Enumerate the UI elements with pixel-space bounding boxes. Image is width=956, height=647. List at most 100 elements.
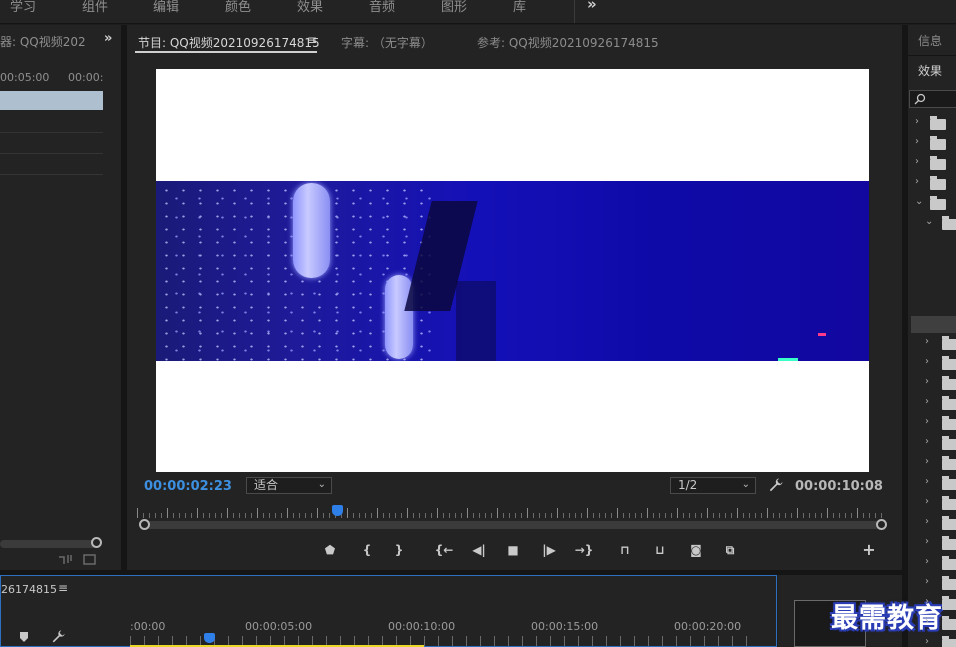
chevron-right-icon[interactable]: › [925,496,929,507]
effects-folder-row[interactable]: › [911,494,956,514]
chevron-right-icon[interactable]: › [915,156,919,167]
zoom-handle-right[interactable] [876,519,887,530]
effects-folder-row[interactable]: › [911,594,956,614]
effects-folder-row[interactable]: › [911,534,956,554]
comparison-view-button[interactable]: ⧉ [721,541,739,559]
wrench-icon[interactable] [51,629,66,644]
go-to-in-button[interactable]: {← [432,541,456,559]
effects-folder-row[interactable]: › [911,174,956,194]
mark-out-button[interactable]: } [390,541,408,559]
program-zoom-scrollbar[interactable] [145,521,881,529]
effects-folder-row[interactable]: › [911,474,956,494]
chevron-right-icon[interactable]: › [915,176,919,187]
zoom-handle-left[interactable] [139,519,150,530]
effects-folder-row[interactable]: › [911,354,956,374]
chevron-right-icon[interactable]: › [925,516,929,527]
tab-effects[interactable]: 效果 [918,62,942,79]
button-editor-add-icon[interactable]: + [860,541,878,559]
effects-tree-selected-row[interactable] [911,316,956,333]
tab-captions[interactable]: 字幕: （无字幕） [341,34,433,51]
chevron-right-icon[interactable]: › [925,336,929,347]
effects-folder-row[interactable]: › [911,134,956,154]
chevron-down-icon[interactable]: ⌄ [915,196,923,207]
folder-icon [942,576,956,590]
program-playhead[interactable] [332,505,343,516]
effects-folder-row[interactable]: › [911,154,956,174]
lift-button[interactable]: ⊓ [616,541,634,559]
chevron-right-icon[interactable]: › [925,636,929,647]
chevron-right-icon[interactable]: › [925,416,929,427]
chevron-right-icon[interactable]: › [925,616,929,627]
workspace-tab-color[interactable]: 颜色 [225,0,251,15]
panel-overflow-icon[interactable]: » [104,31,112,46]
mark-in-button[interactable]: { [358,541,376,559]
step-back-button[interactable]: ◀| [468,541,490,559]
chevron-right-icon[interactable]: › [915,116,919,127]
panel-menu-icon[interactable]: ≡ [58,581,68,595]
sequence-tab-title[interactable]: 26174815 [1,583,57,596]
chevron-right-icon[interactable]: › [915,136,919,147]
workspace-tab-learning[interactable]: 学习 [10,0,36,15]
workspace-tab-audio[interactable]: 音频 [369,0,395,15]
audio-video-icons[interactable] [57,551,97,567]
source-clip-bar[interactable] [0,91,103,110]
panel-menu-icon[interactable]: ≡ [307,33,317,47]
active-tab-indicator [135,51,317,53]
workspace-bar: 学习 组件 编辑 颜色 效果 音频 图形 库 » [0,0,956,24]
chevron-right-icon[interactable]: › [925,596,929,607]
effects-folder-row[interactable]: › [911,574,956,594]
chevron-right-icon[interactable]: › [925,396,929,407]
source-monitor-title[interactable]: 器: QQ视频202 [0,33,86,50]
effects-folder-row[interactable]: › [911,114,956,134]
effects-search-input[interactable] [909,90,956,108]
chevron-right-icon[interactable]: › [925,436,929,447]
stop-button[interactable]: ■ [504,541,522,559]
chevron-right-icon[interactable]: › [925,456,929,467]
chevron-right-icon[interactable]: › [925,556,929,567]
go-to-out-button[interactable]: →} [572,541,596,559]
glowing-light [293,183,330,278]
chevron-right-icon[interactable]: › [925,356,929,367]
zoom-level-select[interactable]: 适合 ⌄ [246,477,332,494]
effects-folder-row[interactable]: › [911,554,956,574]
add-marker-icon[interactable] [18,630,32,644]
effects-folder-row[interactable]: ⌄ [911,194,956,214]
timeline-playhead[interactable] [204,633,215,643]
source-zoom-scrollbar[interactable] [0,540,97,548]
workspace-tab-effects[interactable]: 效果 [297,0,323,15]
tab-program-monitor[interactable]: 节目: QQ视频20210926174815 [138,34,320,51]
wrench-icon[interactable] [768,477,784,493]
effects-folder-row[interactable]: › [911,394,956,414]
effects-folder-row[interactable]: › [911,334,956,354]
workspace-tab-graphics[interactable]: 图形 [441,0,467,15]
workspace-tab-assembly[interactable]: 组件 [82,0,108,15]
playback-resolution-select[interactable]: 1/2 ⌄ [670,477,756,494]
effects-folder-row[interactable]: › [911,634,956,647]
scrollbar-handle[interactable] [91,537,102,548]
effects-folder-row[interactable]: › [911,374,956,394]
extract-button[interactable]: ⊔ [651,541,669,559]
step-forward-button[interactable]: |▶ [538,541,560,559]
workspace-overflow-icon[interactable]: » [587,0,597,13]
effects-folder-row[interactable]: › [911,454,956,474]
chevron-right-icon[interactable]: › [925,576,929,587]
workspace-tab-libraries[interactable]: 库 [513,0,526,15]
effects-folder-row[interactable]: › [911,514,956,534]
effects-folder-row[interactable]: › [911,414,956,434]
effects-folder-row[interactable]: › [911,434,956,454]
tab-info[interactable]: 信息 [918,32,942,49]
program-video-frame[interactable] [156,69,869,472]
chevron-right-icon[interactable]: › [925,536,929,547]
chevron-down-icon: ⌄ [317,479,326,490]
folder-icon [942,396,956,410]
effects-folder-row[interactable]: ⌄ [911,214,956,234]
add-marker-button[interactable]: ⬟ [321,541,339,559]
chevron-down-icon[interactable]: ⌄ [925,216,933,227]
export-frame-camera-icon[interactable]: ◙ [687,541,705,559]
effects-folder-row[interactable]: › [911,614,956,634]
chevron-right-icon[interactable]: › [925,376,929,387]
tab-reference-monitor[interactable]: 参考: QQ视频20210926174815 [477,34,659,51]
chevron-right-icon[interactable]: › [925,476,929,487]
current-timecode[interactable]: 00:00:02:23 [144,479,232,494]
workspace-tab-editing[interactable]: 编辑 [153,0,179,15]
